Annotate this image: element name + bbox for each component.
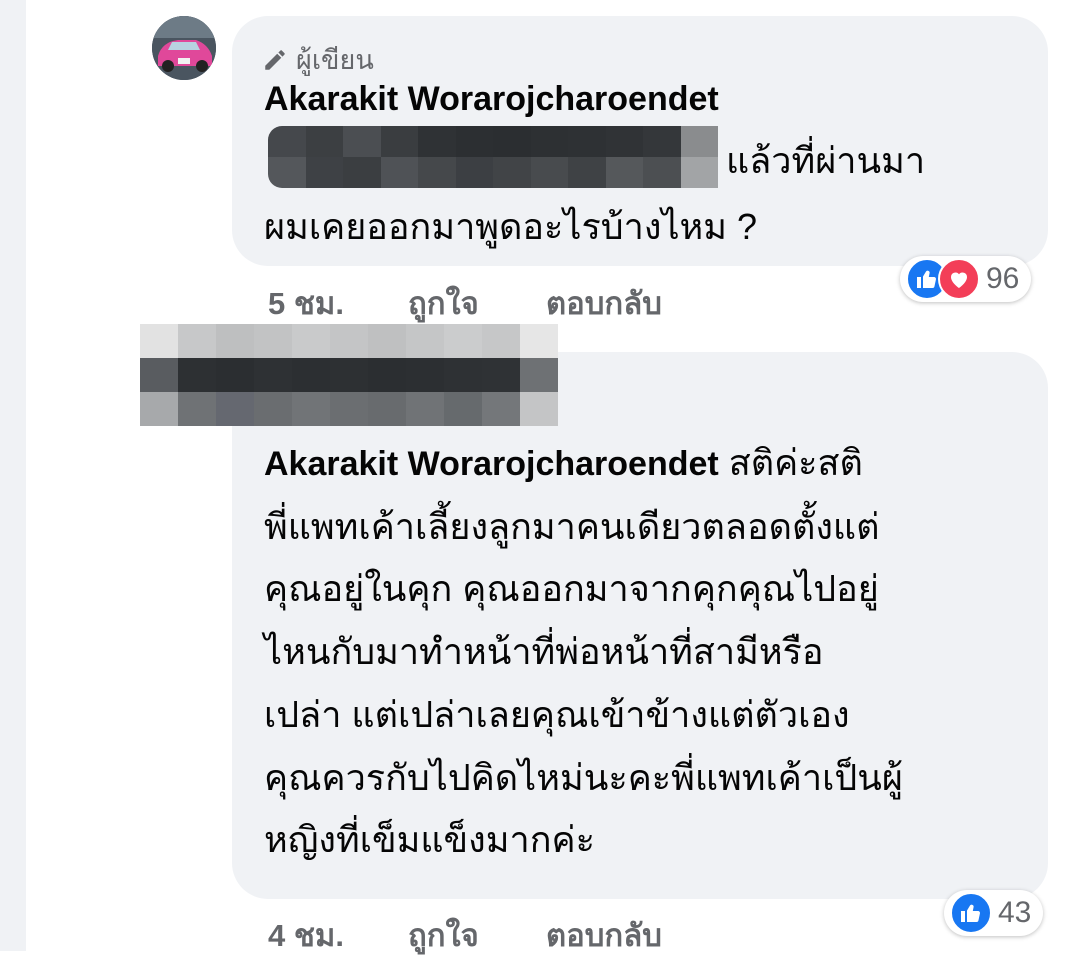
comment-timestamp[interactable]: 4 ชม. (268, 910, 408, 960)
comment-text-line: สติค่ะสติ (728, 442, 863, 483)
reaction-count: 43 (998, 896, 1032, 929)
like-icon (950, 892, 992, 934)
reply-button[interactable]: ตอบกลับ (546, 278, 662, 328)
love-icon (938, 258, 980, 300)
comment-actions: 5 ชม. ถูกใจ ตอบกลับ (268, 278, 662, 328)
thread-indent-line (0, 0, 26, 951)
comment-text-line: พี่แพทเค้าเลี้ยงลูกมาคนเดียวตลอดตั้งแต่ (264, 505, 880, 547)
like-button[interactable]: ถูกใจ (408, 278, 546, 328)
author-badge: ผู้เขียน (262, 38, 374, 81)
reaction-count: 96 (986, 262, 1020, 295)
comment-text-line: ผมเคยออกมาพูดอะไรบ้างไหม ? (264, 206, 758, 247)
comment-text-line: แล้วที่ผ่านมา (726, 140, 926, 181)
reaction-summary[interactable]: 96 (900, 256, 1032, 302)
redacted-text-mosaic (268, 126, 718, 188)
mention-link[interactable]: Akarakit Worarojcharoendet (264, 445, 719, 483)
comment-timestamp[interactable]: 5 ชม. (268, 278, 408, 328)
comment-author-name[interactable]: Akarakit Worarojcharoendet (264, 80, 719, 119)
author-avatar[interactable] (152, 16, 216, 80)
author-badge-label: ผู้เขียน (296, 45, 374, 75)
comment-actions: 4 ชม. ถูกใจ ตอบกลับ (268, 910, 662, 960)
avatar-photo-icon (152, 16, 216, 80)
like-button[interactable]: ถูกใจ (408, 910, 546, 960)
comment-text-line: เปล่า แต่เปล่าเลยคุณเข้าข้างแต่ตัวเอง (264, 693, 850, 735)
comment-text: Akarakit Worarojcharoendet สติค่ะสติ พี่… (264, 432, 1024, 872)
redacted-commenter-mosaic (140, 324, 558, 426)
reply-button[interactable]: ตอบกลับ (546, 910, 662, 960)
comment-text-line: หญิงที่เข็มแข็งมากค่ะ (264, 819, 595, 861)
comment-text-line: คุณอยู่ในคุก คุณออกมาจากคุกคุณไปอยู่ (264, 568, 879, 610)
pencil-icon (265, 49, 285, 70)
comment-text-line: คุณควรกับไปคิดไหม่นะคะพี่แพทเค้าเป็นผู้ (264, 756, 903, 798)
comment-text-line: ไหนกับมาทำหน้าที่พ่อหน้าที่สามีหรือ (264, 631, 824, 673)
reaction-summary[interactable]: 43 (944, 890, 1044, 936)
